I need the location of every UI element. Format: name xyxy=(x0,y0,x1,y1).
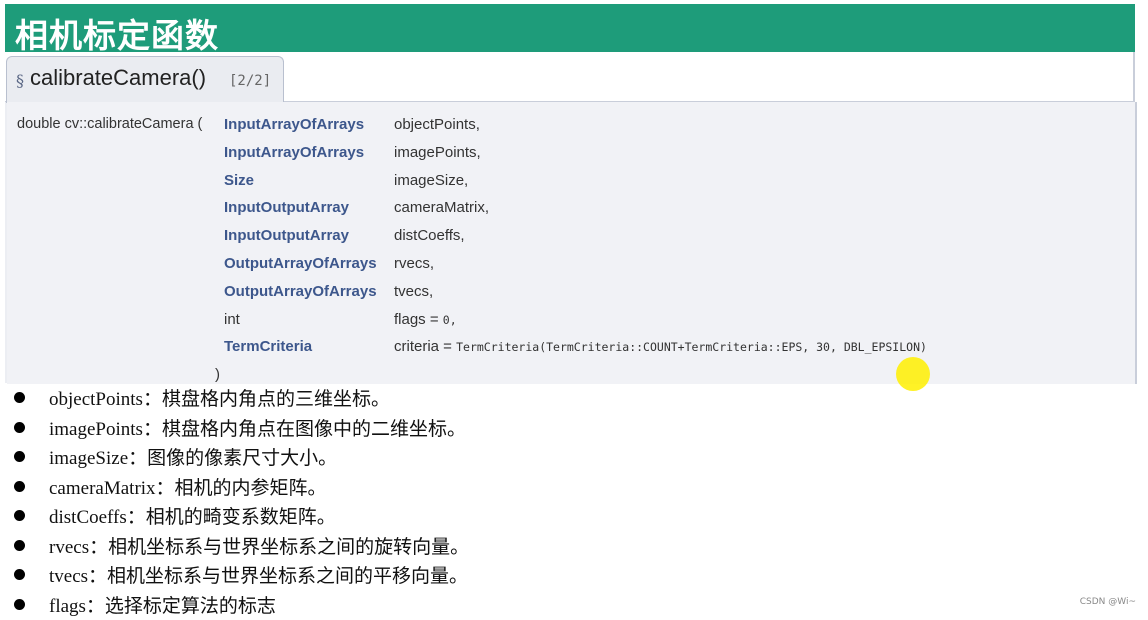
param-type-link[interactable]: InputOutputArray xyxy=(224,199,349,216)
function-name: calibrateCamera() xyxy=(30,65,206,91)
list-item: flags：选择标定算法的标志 xyxy=(14,591,1014,620)
bullet-text: tvecs：相机坐标系与世界坐标系之间的平移向量。 xyxy=(49,561,468,588)
param-name-text: imagePoints, xyxy=(394,144,481,161)
param-type-link: int xyxy=(224,311,240,328)
param-row: InputOutputArray distCoeffs, xyxy=(0,227,1100,255)
param-type-link[interactable]: InputOutputArray xyxy=(224,227,349,244)
bullet-text: objectPoints：棋盘格内角点的三维坐标。 xyxy=(49,384,390,411)
param-name-text: tvecs, xyxy=(394,283,433,300)
param-name: imageSize, xyxy=(394,172,468,189)
param-row: Size imageSize, xyxy=(0,172,1100,200)
param-row: InputArrayOfArrays imagePoints, xyxy=(0,144,1100,172)
bullet-dot-icon xyxy=(14,599,25,610)
bullet-text: imagePoints：棋盘格内角点在图像中的二维坐标。 xyxy=(49,414,466,441)
param-name: rvecs, xyxy=(394,255,434,272)
param-type-link[interactable]: OutputArrayOfArrays xyxy=(224,283,377,300)
list-item: imageSize：图像的像素尺寸大小。 xyxy=(14,443,1014,473)
param-name: flags = 0, xyxy=(394,311,457,328)
list-item: rvecs：相机坐标系与世界坐标系之间的旋转向量。 xyxy=(14,532,1014,562)
list-item: objectPoints：棋盘格内角点的三维坐标。 xyxy=(14,384,1014,414)
overload-indicator: [2/2] xyxy=(229,73,271,89)
title-banner: 相机标定函数 xyxy=(5,4,1135,52)
param-name: cameraMatrix, xyxy=(394,199,489,216)
param-name: tvecs, xyxy=(394,283,433,300)
param-type-link[interactable]: Size xyxy=(224,172,254,189)
list-item: tvecs：相机坐标系与世界坐标系之间的平移向量。 xyxy=(14,561,1014,591)
page-title: 相机标定函数 xyxy=(15,9,219,57)
bullet-dot-icon xyxy=(14,422,25,433)
declaration-close: ) xyxy=(215,366,220,383)
bullet-list: objectPoints：棋盘格内角点的三维坐标。 imagePoints：棋盘格… xyxy=(14,384,1014,620)
param-type-link[interactable]: TermCriteria xyxy=(224,338,312,355)
bullet-dot-icon xyxy=(14,540,25,551)
bullet-dot-icon xyxy=(14,451,25,462)
param-default-value: TermCriteria(TermCriteria::COUNT+TermCri… xyxy=(456,340,927,354)
param-name-text: imageSize, xyxy=(394,172,468,189)
param-row: OutputArrayOfArrays rvecs, xyxy=(0,255,1100,283)
param-type-link[interactable]: InputArrayOfArrays xyxy=(224,116,364,133)
bullet-text: imageSize：图像的像素尺寸大小。 xyxy=(49,443,337,470)
bullet-text: distCoeffs：相机的畸变系数矩阵。 xyxy=(49,502,336,529)
param-row: TermCriteria criteria = TermCriteria(Term… xyxy=(0,338,1100,366)
param-name-text: criteria = xyxy=(394,338,456,355)
param-row: int flags = 0, xyxy=(0,311,1100,339)
section-symbol-icon: § xyxy=(16,71,24,90)
param-name: imagePoints, xyxy=(394,144,481,161)
function-tab: § calibrateCamera() [2/2] xyxy=(6,56,284,103)
param-name-text: distCoeffs, xyxy=(394,227,465,244)
bullet-text: flags：选择标定算法的标志 xyxy=(49,591,276,618)
param-name-text: rvecs, xyxy=(394,255,434,272)
param-name-text: objectPoints, xyxy=(394,116,480,133)
param-name-text: flags = xyxy=(394,311,443,328)
bullet-text: rvecs：相机坐标系与世界坐标系之间的旋转向量。 xyxy=(49,532,469,559)
param-name: distCoeffs, xyxy=(394,227,465,244)
param-name: criteria = TermCriteria(TermCriteria::CO… xyxy=(394,338,927,355)
list-item: imagePoints：棋盘格内角点在图像中的二维坐标。 xyxy=(14,414,1014,444)
watermark: CSDN @Wi~ xyxy=(1080,597,1136,607)
list-item: cameraMatrix：相机的内参矩阵。 xyxy=(14,473,1014,503)
list-item: distCoeffs：相机的畸变系数矩阵。 xyxy=(14,502,1014,532)
param-row: InputOutputArray cameraMatrix, xyxy=(0,199,1100,227)
param-default-value: 0, xyxy=(443,313,457,327)
bullet-dot-icon xyxy=(14,481,25,492)
bullet-dot-icon xyxy=(14,510,25,521)
bullet-text: cameraMatrix：相机的内参矩阵。 xyxy=(49,473,327,500)
param-type-link[interactable]: OutputArrayOfArrays xyxy=(224,255,377,272)
bullet-dot-icon xyxy=(14,569,25,580)
param-name-text: cameraMatrix, xyxy=(394,199,489,216)
param-row: InputArrayOfArrays objectPoints, xyxy=(0,116,1100,144)
param-row: OutputArrayOfArrays tvecs, xyxy=(0,283,1100,311)
param-name: objectPoints, xyxy=(394,116,480,133)
bullet-dot-icon xyxy=(14,392,25,403)
param-type-link[interactable]: InputArrayOfArrays xyxy=(224,144,364,161)
